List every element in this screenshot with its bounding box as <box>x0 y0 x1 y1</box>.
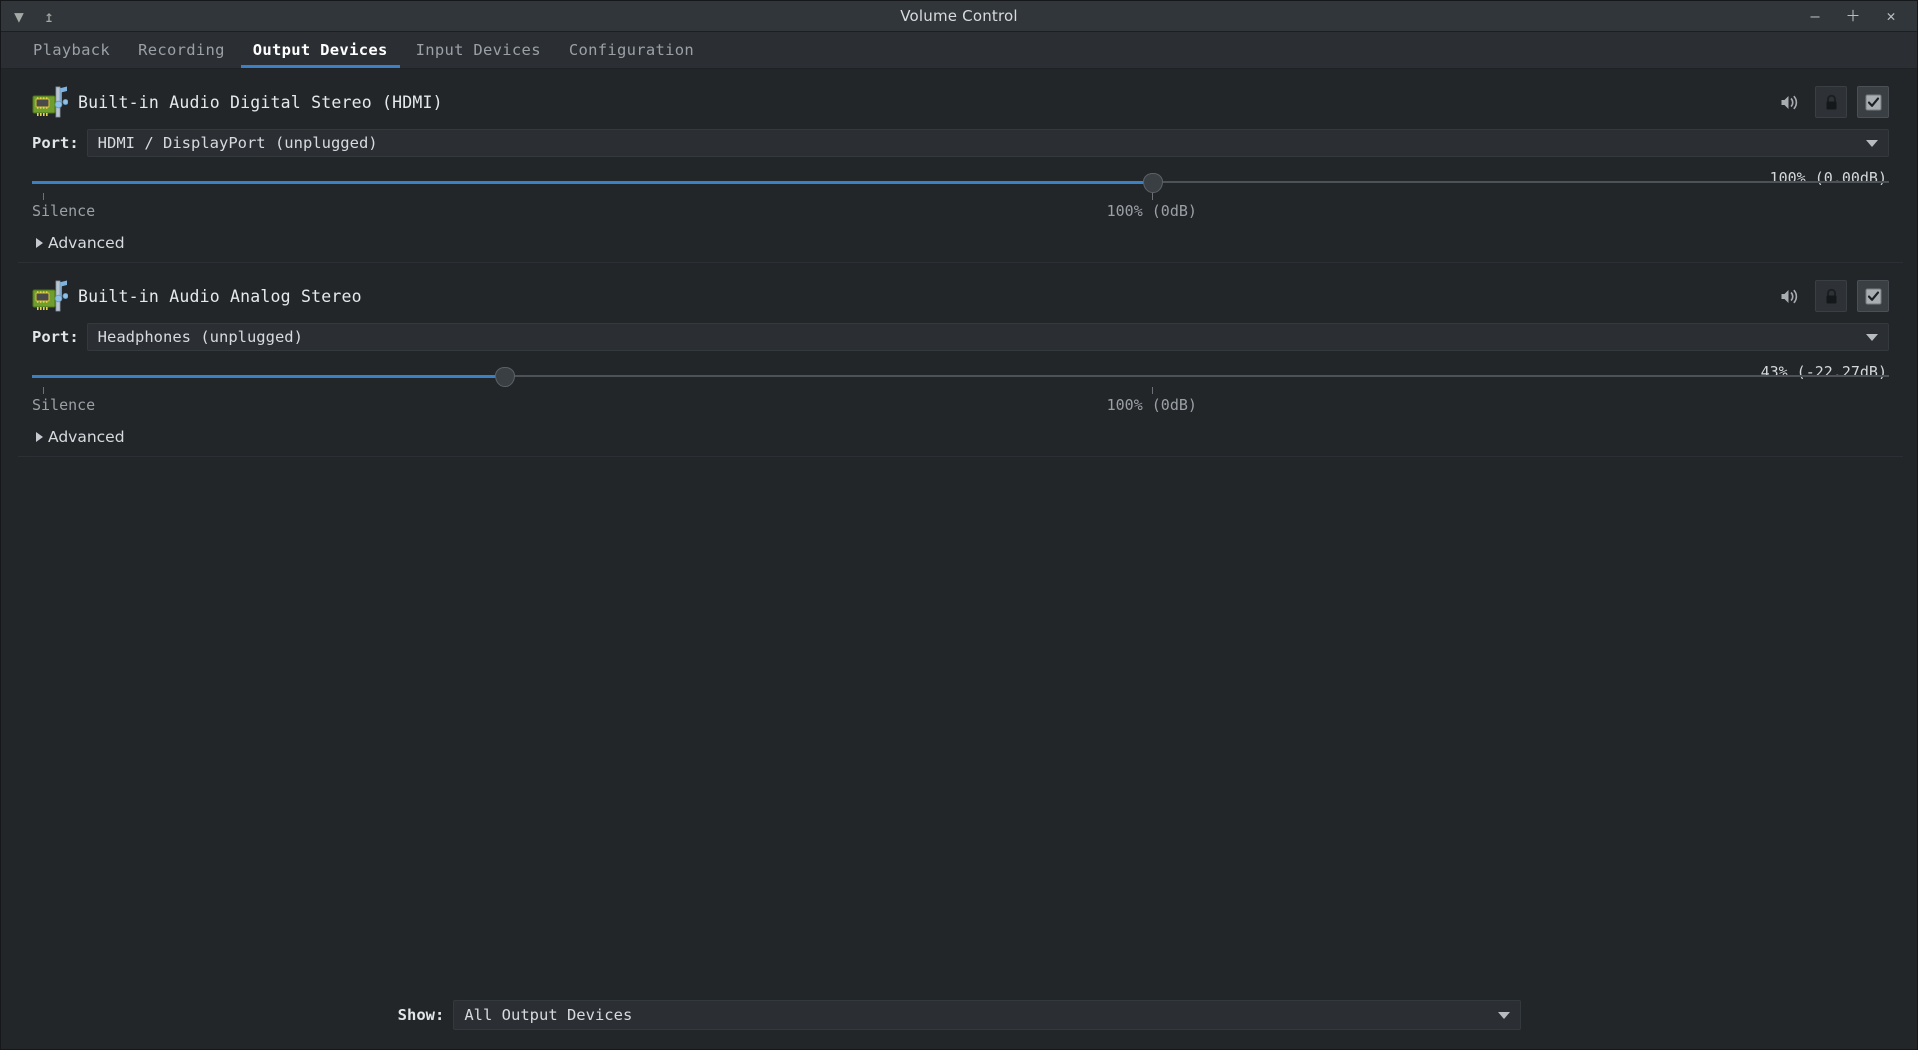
slider-tick-labels: Silence 100% (0dB) <box>32 202 1889 224</box>
menu-triangle-icon[interactable]: ▼ <box>11 7 27 26</box>
tick-label-silence: Silence <box>32 202 96 220</box>
slider-handle[interactable] <box>1142 173 1163 193</box>
device-header: Built-in Audio Analog Stereo <box>32 275 1889 317</box>
volume-slider[interactable] <box>32 171 1889 193</box>
show-filter-value: All Output Devices <box>464 1006 633 1024</box>
device-list: Built-in Audio Digital Stereo (HDMI) Por… <box>2 69 1917 983</box>
port-row: Port: Headphones (unplugged) <box>32 323 1889 351</box>
sound-card-icon <box>32 279 69 313</box>
tab-recording[interactable]: Recording <box>124 32 239 68</box>
tick-mark <box>43 193 45 200</box>
volume-block: 43% (-22.27dB) Silence 100% (0dB) <box>32 363 1889 418</box>
title-bar-left-icons: ▼ ↥ <box>11 7 131 26</box>
lock-channels-icon[interactable] <box>1815 280 1847 312</box>
tab-output-devices[interactable]: Output Devices <box>239 32 402 68</box>
speaker-volume-icon[interactable] <box>1773 280 1805 312</box>
chevron-down-icon <box>1498 1011 1511 1019</box>
speaker-volume-icon[interactable] <box>1773 86 1805 118</box>
port-value: HDMI / DisplayPort (unplugged) <box>97 134 378 152</box>
tick-label-silence: Silence <box>32 396 96 414</box>
device-title: Built-in Audio Analog Stereo <box>78 286 362 306</box>
port-label: Port: <box>32 328 79 346</box>
pin-icon[interactable]: ↥ <box>41 7 57 26</box>
slider-fill <box>32 181 1152 184</box>
volume-control-window: ▼ ↥ Volume Control – ＋ ✕ Playback Record… <box>0 0 1918 1050</box>
device-actions <box>1773 86 1889 118</box>
sound-card-icon <box>32 85 69 119</box>
advanced-label: Advanced <box>48 428 125 446</box>
minimize-button[interactable]: – <box>1807 8 1823 24</box>
advanced-label: Advanced <box>48 234 125 252</box>
device-card: Built-in Audio Digital Stereo (HDMI) Por… <box>18 69 1903 263</box>
device-card: Built-in Audio Analog Stereo Port: Headp… <box>18 263 1903 457</box>
tick-label-base: 100% (0dB) <box>1106 202 1197 220</box>
tab-bar: Playback Recording Output Devices Input … <box>1 32 1917 69</box>
default-device-check-icon[interactable] <box>1857 86 1889 118</box>
footer-bar: Show: All Output Devices <box>2 983 1917 1049</box>
tab-playback[interactable]: Playback <box>19 32 124 68</box>
tick-label-base: 100% (0dB) <box>1106 396 1197 414</box>
output-devices-panel: Built-in Audio Digital Stereo (HDMI) Por… <box>1 69 1917 1049</box>
tab-configuration[interactable]: Configuration <box>555 32 708 68</box>
lock-channels-icon[interactable] <box>1815 86 1847 118</box>
tab-input-devices[interactable]: Input Devices <box>402 32 555 68</box>
tick-mark <box>43 387 45 394</box>
device-actions <box>1773 280 1889 312</box>
device-title: Built-in Audio Digital Stereo (HDMI) <box>78 92 443 112</box>
show-label: Show: <box>397 1006 445 1024</box>
title-bar: ▼ ↥ Volume Control – ＋ ✕ <box>1 1 1917 32</box>
slider-ticks <box>32 387 1889 395</box>
slider-handle[interactable] <box>494 367 515 387</box>
port-select[interactable]: Headphones (unplugged) <box>86 323 1889 351</box>
show-filter-select[interactable]: All Output Devices <box>453 1000 1522 1030</box>
slider-tick-labels: Silence 100% (0dB) <box>32 396 1889 418</box>
volume-block: 100% (0.00dB) Silence 100% (0dB) <box>32 169 1889 224</box>
port-select[interactable]: HDMI / DisplayPort (unplugged) <box>86 129 1889 157</box>
advanced-toggle[interactable]: Advanced <box>32 234 1889 252</box>
default-device-check-icon[interactable] <box>1857 280 1889 312</box>
port-value: Headphones (unplugged) <box>97 328 303 346</box>
volume-slider[interactable] <box>32 365 1889 387</box>
window-title: Volume Control <box>900 7 1018 25</box>
tick-mark <box>1151 193 1153 200</box>
slider-fill <box>32 375 504 378</box>
window-controls: – ＋ ✕ <box>1807 8 1907 24</box>
disclosure-triangle-icon <box>36 238 43 248</box>
tick-mark <box>1151 387 1153 394</box>
device-header: Built-in Audio Digital Stereo (HDMI) <box>32 81 1889 123</box>
port-row: Port: HDMI / DisplayPort (unplugged) <box>32 129 1889 157</box>
slider-ticks <box>32 193 1889 201</box>
disclosure-triangle-icon <box>36 432 43 442</box>
chevron-down-icon <box>1866 333 1878 341</box>
chevron-down-icon <box>1866 139 1878 147</box>
port-label: Port: <box>32 134 79 152</box>
advanced-toggle[interactable]: Advanced <box>32 428 1889 446</box>
close-button[interactable]: ✕ <box>1883 8 1899 24</box>
maximize-button[interactable]: ＋ <box>1845 8 1861 24</box>
